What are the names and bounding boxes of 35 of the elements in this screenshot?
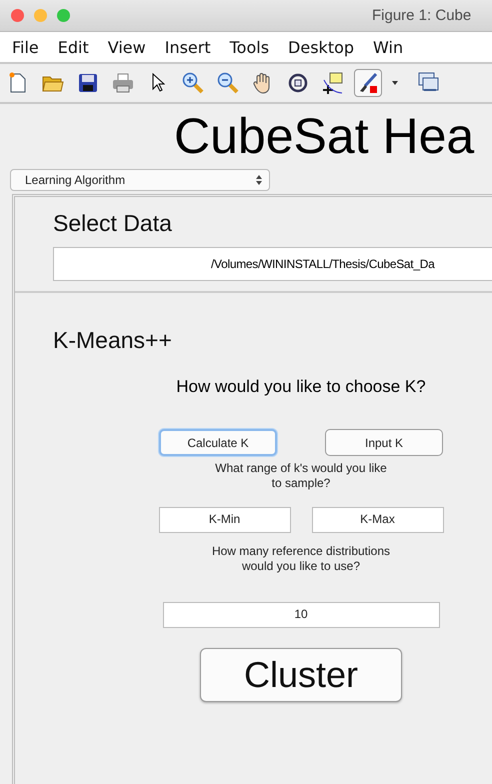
window-title: Figure 1: Cube [372,7,472,24]
k-max-field[interactable]: K-Max [312,507,444,533]
reference-count-field[interactable]: 10 [162,602,440,628]
k-min-field[interactable]: K-Min [158,507,290,533]
menu-item[interactable]: Insert [164,38,211,56]
zoom-out-icon [217,72,239,94]
path-field[interactable]: /Volumes/WININSTALL/Thesis/CubeSat_Da [53,247,492,281]
cluster-button[interactable]: Cluster [200,648,402,702]
rotate-icon [288,73,308,93]
caret-icon [391,80,399,86]
toolbar-button[interactable] [354,69,382,97]
reference-prompt: How many reference distributions would you like to use? [212,544,390,574]
algorithm-dropdown[interactable]: Learning Algorithm [10,169,270,191]
new-file-icon [9,72,27,94]
save-icon [78,73,98,93]
app-heading: CubeSat Hea [173,107,476,166]
section-title: K-Means++ [53,326,173,354]
section-title: Select Data [53,209,173,237]
menu-item[interactable]: Tools [230,38,270,56]
question-label: How would you like to choose K? [176,377,426,397]
menu-item[interactable]: File [12,38,39,56]
choice-button[interactable]: Input K [325,429,443,456]
menu-item[interactable]: Edit [58,38,89,56]
menu-item[interactable]: Win [373,38,404,56]
menu-item[interactable]: View [108,38,146,56]
menu-item[interactable]: Desktop [288,38,354,56]
range-prompt: What range of k's would you like to sample? [215,461,387,491]
pointer-icon [151,73,165,93]
brush-icon [357,72,379,94]
choice-button[interactable]: Calculate K [159,429,277,456]
data-cursor-icon [322,72,344,94]
linked-windows-icon [418,72,440,94]
zoom-in-icon [182,72,204,94]
up-down-arrows-icon [255,174,263,186]
printer-icon [112,73,134,93]
